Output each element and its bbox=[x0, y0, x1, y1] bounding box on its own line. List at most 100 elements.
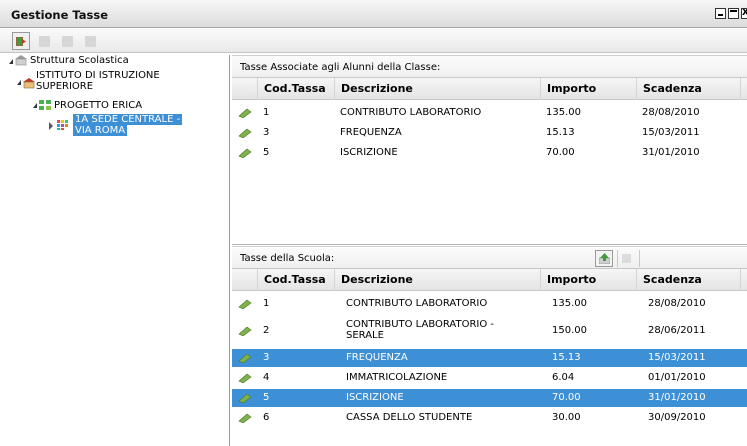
table-row[interactable]: 5 ISCRIZIONE 70.00 31/01/2010 bbox=[232, 144, 747, 162]
cell-amount: 30.00 bbox=[552, 412, 581, 423]
edit-icon bbox=[62, 36, 73, 47]
cell-amount: 135.00 bbox=[552, 298, 587, 309]
money-icon bbox=[238, 353, 252, 363]
class-icon bbox=[57, 120, 68, 130]
school-grid-body: 1 CONTRIBUTO LABORATORIO 135.00 28/08/2010 2… bbox=[232, 295, 747, 427]
maximize-button[interactable] bbox=[728, 8, 739, 19]
cell-amount: 70.00 bbox=[552, 392, 581, 403]
tree-node-institute[interactable]: ISTITUTO DI ISTRUZIONE SUPERIORE bbox=[16, 68, 228, 94]
cell-due-date: 31/01/2010 bbox=[642, 147, 700, 158]
expand-icon[interactable] bbox=[49, 122, 53, 130]
associated-taxes-panel: Tasse Associate agli Alunni della Classe… bbox=[232, 55, 747, 244]
exit-button[interactable] bbox=[12, 32, 30, 50]
cell-code: 6 bbox=[263, 412, 270, 423]
school-structure-icon bbox=[15, 55, 27, 66]
toolbar bbox=[0, 29, 747, 53]
cell-code: 1 bbox=[263, 298, 270, 309]
window-titlebar: Gestione Tasse X bbox=[0, 0, 747, 28]
cell-due-date: 01/01/2010 bbox=[648, 372, 706, 383]
cell-code: 1 bbox=[263, 107, 270, 118]
cell-code: 5 bbox=[263, 147, 270, 158]
tree-label-class-line2: VIA ROMA bbox=[73, 125, 128, 136]
window-title: Gestione Tasse bbox=[11, 8, 109, 22]
collapse-icon[interactable] bbox=[9, 59, 13, 64]
cell-due-date: 30/09/2010 bbox=[648, 412, 706, 423]
money-icon bbox=[238, 393, 252, 403]
close-button[interactable]: X bbox=[741, 8, 747, 19]
school-grid-header: Cod.Tassa Descrizione Importo Scadenza bbox=[232, 269, 747, 291]
cell-code: 3 bbox=[263, 352, 270, 363]
column-due-date[interactable]: Scadenza bbox=[636, 78, 740, 100]
edit-button[interactable] bbox=[58, 32, 76, 50]
cell-description: CONTRIBUTO LABORATORIO - SERALE bbox=[334, 315, 540, 347]
money-icon bbox=[238, 148, 252, 158]
add-button[interactable] bbox=[35, 32, 53, 50]
tree-node-root[interactable]: Struttura Scolastica bbox=[8, 55, 228, 69]
institute-icon bbox=[23, 78, 35, 89]
cell-code: 4 bbox=[263, 372, 270, 383]
tree-label-institute-line2: SUPERIORE bbox=[36, 81, 94, 92]
cell-due-date: 15/03/2011 bbox=[642, 127, 700, 138]
column-code[interactable]: Cod.Tassa bbox=[257, 78, 334, 100]
money-icon bbox=[238, 128, 252, 138]
minimize-button[interactable] bbox=[715, 8, 726, 19]
panel-divider[interactable] bbox=[232, 244, 747, 245]
tree-label-root: Struttura Scolastica bbox=[30, 55, 129, 66]
table-row[interactable]: 6 CASSA DELLO STUDENTE 30.00 30/09/2010 bbox=[232, 409, 747, 427]
cell-description: FREQUENZA bbox=[346, 352, 408, 363]
money-icon bbox=[238, 373, 252, 383]
remove-icon bbox=[622, 254, 631, 263]
money-icon bbox=[238, 108, 252, 118]
column-amount[interactable]: Importo bbox=[540, 78, 636, 100]
assign-tax-button[interactable] bbox=[595, 250, 613, 267]
associated-taxes-header: Tasse Associate agli Alunni della Classe… bbox=[232, 55, 747, 78]
toolbar-separator bbox=[639, 250, 657, 267]
cell-description-line1: CONTRIBUTO LABORATORIO - bbox=[346, 319, 495, 330]
table-row[interactable]: 2 CONTRIBUTO LABORATORIO - SERALE 150.00 28/… bbox=[232, 315, 747, 347]
cell-code: 5 bbox=[263, 392, 270, 403]
column-amount[interactable]: Importo bbox=[540, 269, 636, 291]
tree-label-class-line1: 1A SEDE CENTRALE - bbox=[73, 114, 183, 125]
column-due-date[interactable]: Scadenza bbox=[636, 269, 740, 291]
money-icon bbox=[238, 299, 252, 309]
table-row[interactable]: 1 CONTRIBUTO LABORATORIO 135.00 28/08/2010 bbox=[232, 104, 747, 122]
money-icon bbox=[238, 326, 252, 336]
cell-code: 3 bbox=[263, 127, 270, 138]
table-row[interactable]: 1 CONTRIBUTO LABORATORIO 135.00 28/08/2010 bbox=[232, 295, 747, 313]
column-code[interactable]: Cod.Tassa bbox=[257, 269, 334, 291]
cell-description-line2: SERALE bbox=[346, 330, 384, 341]
tree-node-project[interactable]: PROGETTO ERICA bbox=[32, 99, 228, 113]
cell-amount: 15.13 bbox=[546, 127, 575, 138]
collapse-icon[interactable] bbox=[33, 103, 37, 108]
column-description[interactable]: Descrizione bbox=[334, 78, 540, 100]
exit-icon bbox=[16, 37, 26, 46]
structure-tree: Struttura Scolastica ISTITUTO DI ISTRUZI… bbox=[8, 55, 230, 446]
cell-amount: 6.04 bbox=[552, 372, 575, 383]
cell-description: CONTRIBUTO LABORATORIO bbox=[340, 107, 482, 118]
cell-code: 2 bbox=[263, 325, 270, 336]
cell-description: CONTRIBUTO LABORATORIO bbox=[346, 298, 488, 309]
upload-icon bbox=[599, 253, 610, 264]
column-filler bbox=[740, 269, 747, 291]
money-icon bbox=[238, 413, 252, 423]
cell-description: ISCRIZIONE bbox=[340, 147, 398, 158]
school-taxes-panel: Tasse della Scuola: Cod.Tassa Descrizion… bbox=[232, 246, 747, 446]
table-row[interactable]: 4 IMMATRICOLAZIONE 6.04 01/01/2010 bbox=[232, 369, 747, 387]
delete-button[interactable] bbox=[81, 32, 99, 50]
cell-description: CASSA DELLO STUDENTE bbox=[346, 412, 473, 423]
window-controls: X bbox=[715, 8, 747, 19]
table-row[interactable]: 5 ISCRIZIONE 70.00 31/01/2010 bbox=[232, 389, 747, 407]
collapse-icon[interactable] bbox=[17, 80, 21, 85]
school-taxes-title: Tasse della Scuola: bbox=[240, 253, 335, 264]
column-icon bbox=[232, 78, 257, 100]
table-row[interactable]: 3 FREQUENZA 15.13 15/03/2011 bbox=[232, 124, 747, 142]
delete-icon bbox=[85, 36, 96, 47]
cell-description: IMMATRICOLAZIONE bbox=[346, 372, 448, 383]
remove-tax-button[interactable] bbox=[617, 250, 635, 267]
project-icon bbox=[39, 100, 51, 110]
associated-grid-header: Cod.Tassa Descrizione Importo Scadenza bbox=[232, 78, 747, 100]
column-description[interactable]: Descrizione bbox=[334, 269, 540, 291]
table-row[interactable]: 3 FREQUENZA 15.13 15/03/2011 bbox=[232, 349, 747, 367]
tree-node-class[interactable]: 1A SEDE CENTRALE - VIA ROMA bbox=[48, 114, 228, 140]
cell-due-date: 28/08/2010 bbox=[648, 298, 706, 309]
